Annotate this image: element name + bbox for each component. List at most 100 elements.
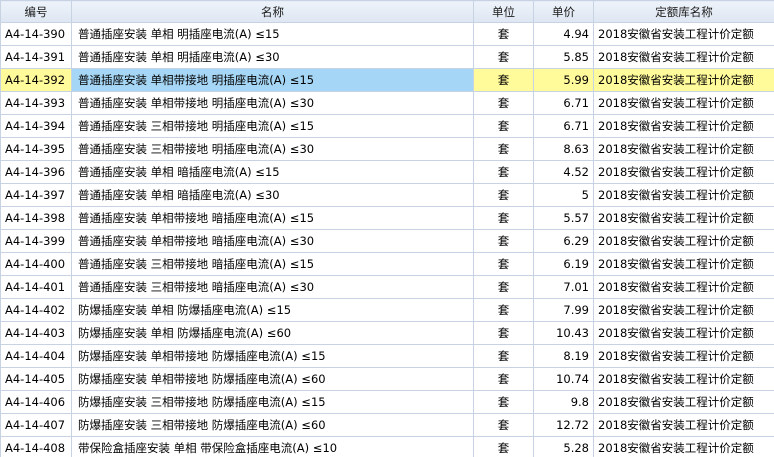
cell-unit[interactable]: 套 <box>473 413 534 437</box>
cell-unit[interactable]: 套 <box>473 68 534 92</box>
cell-code[interactable]: A4-14-399 <box>0 229 72 253</box>
table-row[interactable]: A4-14-400 普通插座安装 三相带接地 暗插座电流(A) ≤15 套 6.19 2… <box>0 252 774 276</box>
cell-name[interactable]: 普通插座安装 单相带接地 暗插座电流(A) ≤30 <box>71 229 474 253</box>
cell-price[interactable]: 6.29 <box>533 229 594 253</box>
cell-code[interactable]: A4-14-402 <box>0 298 72 322</box>
cell-name[interactable]: 普通插座安装 单相 暗插座电流(A) ≤15 <box>71 160 474 184</box>
cell-code[interactable]: A4-14-404 <box>0 344 72 368</box>
cell-unit[interactable]: 套 <box>473 183 534 207</box>
cell-name[interactable]: 普通插座安装 单相带接地 明插座电流(A) ≤30 <box>71 91 474 115</box>
cell-library[interactable]: 2018安徽省安装工程计价定额 <box>593 344 774 368</box>
cell-unit[interactable]: 套 <box>473 229 534 253</box>
table-row[interactable]: A4-14-403 防爆插座安装 单相 防爆插座电流(A) ≤60 套 10.43 20… <box>0 321 774 345</box>
cell-name[interactable]: 防爆插座安装 三相带接地 防爆插座电流(A) ≤15 <box>71 390 474 414</box>
cell-code[interactable]: A4-14-395 <box>0 137 72 161</box>
cell-price[interactable]: 8.19 <box>533 344 594 368</box>
cell-name[interactable]: 防爆插座安装 单相带接地 防爆插座电流(A) ≤15 <box>71 344 474 368</box>
cell-unit[interactable]: 套 <box>473 22 534 46</box>
cell-unit[interactable]: 套 <box>473 390 534 414</box>
cell-code[interactable]: A4-14-406 <box>0 390 72 414</box>
cell-name[interactable]: 防爆插座安装 单相 防爆插座电流(A) ≤60 <box>71 321 474 345</box>
table-row[interactable]: A4-14-398 普通插座安装 单相带接地 暗插座电流(A) ≤15 套 5.57 2… <box>0 206 774 230</box>
cell-unit[interactable]: 套 <box>473 114 534 138</box>
cell-name[interactable]: 普通插座安装 三相带接地 暗插座电流(A) ≤15 <box>71 252 474 276</box>
cell-library[interactable]: 2018安徽省安装工程计价定额 <box>593 45 774 69</box>
cell-price[interactable]: 5.28 <box>533 436 594 457</box>
cell-code[interactable]: A4-14-400 <box>0 252 72 276</box>
table-row[interactable]: A4-14-399 普通插座安装 单相带接地 暗插座电流(A) ≤30 套 6.29 2… <box>0 229 774 253</box>
cell-code[interactable]: A4-14-407 <box>0 413 72 437</box>
cell-library[interactable]: 2018安徽省安装工程计价定额 <box>593 298 774 322</box>
cell-unit[interactable]: 套 <box>473 436 534 457</box>
cell-unit[interactable]: 套 <box>473 367 534 391</box>
table-row[interactable]: A4-14-405 防爆插座安装 单相带接地 防爆插座电流(A) ≤60 套 10.7… <box>0 367 774 391</box>
cell-price[interactable]: 10.43 <box>533 321 594 345</box>
cell-library[interactable]: 2018安徽省安装工程计价定额 <box>593 206 774 230</box>
cell-price[interactable]: 7.99 <box>533 298 594 322</box>
column-header-unit[interactable]: 单位 <box>473 0 534 23</box>
cell-price[interactable]: 9.8 <box>533 390 594 414</box>
cell-code[interactable]: A4-14-397 <box>0 183 72 207</box>
cell-code[interactable]: A4-14-394 <box>0 114 72 138</box>
cell-code[interactable]: A4-14-393 <box>0 91 72 115</box>
cell-unit[interactable]: 套 <box>473 252 534 276</box>
cell-unit[interactable]: 套 <box>473 206 534 230</box>
cell-price[interactable]: 6.71 <box>533 91 594 115</box>
cell-library[interactable]: 2018安徽省安装工程计价定额 <box>593 160 774 184</box>
cell-unit[interactable]: 套 <box>473 45 534 69</box>
cell-name[interactable]: 普通插座安装 三相带接地 暗插座电流(A) ≤30 <box>71 275 474 299</box>
cell-name[interactable]: 普通插座安装 单相带接地 暗插座电流(A) ≤15 <box>71 206 474 230</box>
cell-price[interactable]: 12.72 <box>533 413 594 437</box>
cell-name[interactable]: 普通插座安装 三相带接地 明插座电流(A) ≤30 <box>71 137 474 161</box>
cell-name[interactable]: 防爆插座安装 单相 防爆插座电流(A) ≤15 <box>71 298 474 322</box>
table-row[interactable]: A4-14-402 防爆插座安装 单相 防爆插座电流(A) ≤15 套 7.99 201… <box>0 298 774 322</box>
cell-library[interactable]: 2018安徽省安装工程计价定额 <box>593 137 774 161</box>
cell-library[interactable]: 2018安徽省安装工程计价定额 <box>593 68 774 92</box>
cell-code[interactable]: A4-14-398 <box>0 206 72 230</box>
table-row-selected[interactable]: A4-14-392 普通插座安装 单相带接地 明插座电流(A) ≤15 套 5.99 2… <box>0 68 774 92</box>
cell-library[interactable]: 2018安徽省安装工程计价定额 <box>593 252 774 276</box>
column-header-price[interactable]: 单价 <box>533 0 594 23</box>
cell-name[interactable]: 普通插座安装 单相 明插座电流(A) ≤30 <box>71 45 474 69</box>
cell-price[interactable]: 7.01 <box>533 275 594 299</box>
cell-unit[interactable]: 套 <box>473 298 534 322</box>
cell-name[interactable]: 普通插座安装 单相 明插座电流(A) ≤15 <box>71 22 474 46</box>
cell-price[interactable]: 6.19 <box>533 252 594 276</box>
cell-price[interactable]: 10.74 <box>533 367 594 391</box>
cell-name[interactable]: 普通插座安装 单相 暗插座电流(A) ≤30 <box>71 183 474 207</box>
cell-unit[interactable]: 套 <box>473 160 534 184</box>
cell-library[interactable]: 2018安徽省安装工程计价定额 <box>593 367 774 391</box>
table-row[interactable]: A4-14-391 普通插座安装 单相 明插座电流(A) ≤30 套 5.85 2018… <box>0 45 774 69</box>
cell-library[interactable]: 2018安徽省安装工程计价定额 <box>593 91 774 115</box>
cell-name[interactable]: 普通插座安装 单相带接地 明插座电流(A) ≤15 <box>71 68 474 92</box>
cell-code[interactable]: A4-14-405 <box>0 367 72 391</box>
cell-price[interactable]: 4.94 <box>533 22 594 46</box>
cell-library[interactable]: 2018安徽省安装工程计价定额 <box>593 390 774 414</box>
column-header-name[interactable]: 名称 <box>71 0 474 23</box>
cell-code[interactable]: A4-14-403 <box>0 321 72 345</box>
cell-code[interactable]: A4-14-390 <box>0 22 72 46</box>
table-row[interactable]: A4-14-407 防爆插座安装 三相带接地 防爆插座电流(A) ≤60 套 12.7… <box>0 413 774 437</box>
table-row[interactable]: A4-14-408 带保险盒插座安装 单相 带保险盒插座电流(A) ≤10 套 5.2… <box>0 436 774 457</box>
cell-code[interactable]: A4-14-391 <box>0 45 72 69</box>
cell-library[interactable]: 2018安徽省安装工程计价定额 <box>593 114 774 138</box>
cell-unit[interactable]: 套 <box>473 321 534 345</box>
cell-unit[interactable]: 套 <box>473 344 534 368</box>
table-row[interactable]: A4-14-397 普通插座安装 单相 暗插座电流(A) ≤30 套 5 2018安徽省… <box>0 183 774 207</box>
cell-library[interactable]: 2018安徽省安装工程计价定额 <box>593 229 774 253</box>
cell-unit[interactable]: 套 <box>473 275 534 299</box>
cell-name[interactable]: 防爆插座安装 三相带接地 防爆插座电流(A) ≤60 <box>71 413 474 437</box>
table-row[interactable]: A4-14-401 普通插座安装 三相带接地 暗插座电流(A) ≤30 套 7.01 2… <box>0 275 774 299</box>
table-row[interactable]: A4-14-390 普通插座安装 单相 明插座电流(A) ≤15 套 4.94 2018… <box>0 22 774 46</box>
table-row[interactable]: A4-14-393 普通插座安装 单相带接地 明插座电流(A) ≤30 套 6.71 2… <box>0 91 774 115</box>
cell-library[interactable]: 2018安徽省安装工程计价定额 <box>593 275 774 299</box>
cell-name[interactable]: 带保险盒插座安装 单相 带保险盒插座电流(A) ≤10 <box>71 436 474 457</box>
cell-library[interactable]: 2018安徽省安装工程计价定额 <box>593 436 774 457</box>
cell-name[interactable]: 防爆插座安装 单相带接地 防爆插座电流(A) ≤60 <box>71 367 474 391</box>
cell-library[interactable]: 2018安徽省安装工程计价定额 <box>593 183 774 207</box>
cell-name[interactable]: 普通插座安装 三相带接地 明插座电流(A) ≤15 <box>71 114 474 138</box>
cell-library[interactable]: 2018安徽省安装工程计价定额 <box>593 22 774 46</box>
cell-unit[interactable]: 套 <box>473 137 534 161</box>
cell-code[interactable]: A4-14-396 <box>0 160 72 184</box>
cell-library[interactable]: 2018安徽省安装工程计价定额 <box>593 321 774 345</box>
